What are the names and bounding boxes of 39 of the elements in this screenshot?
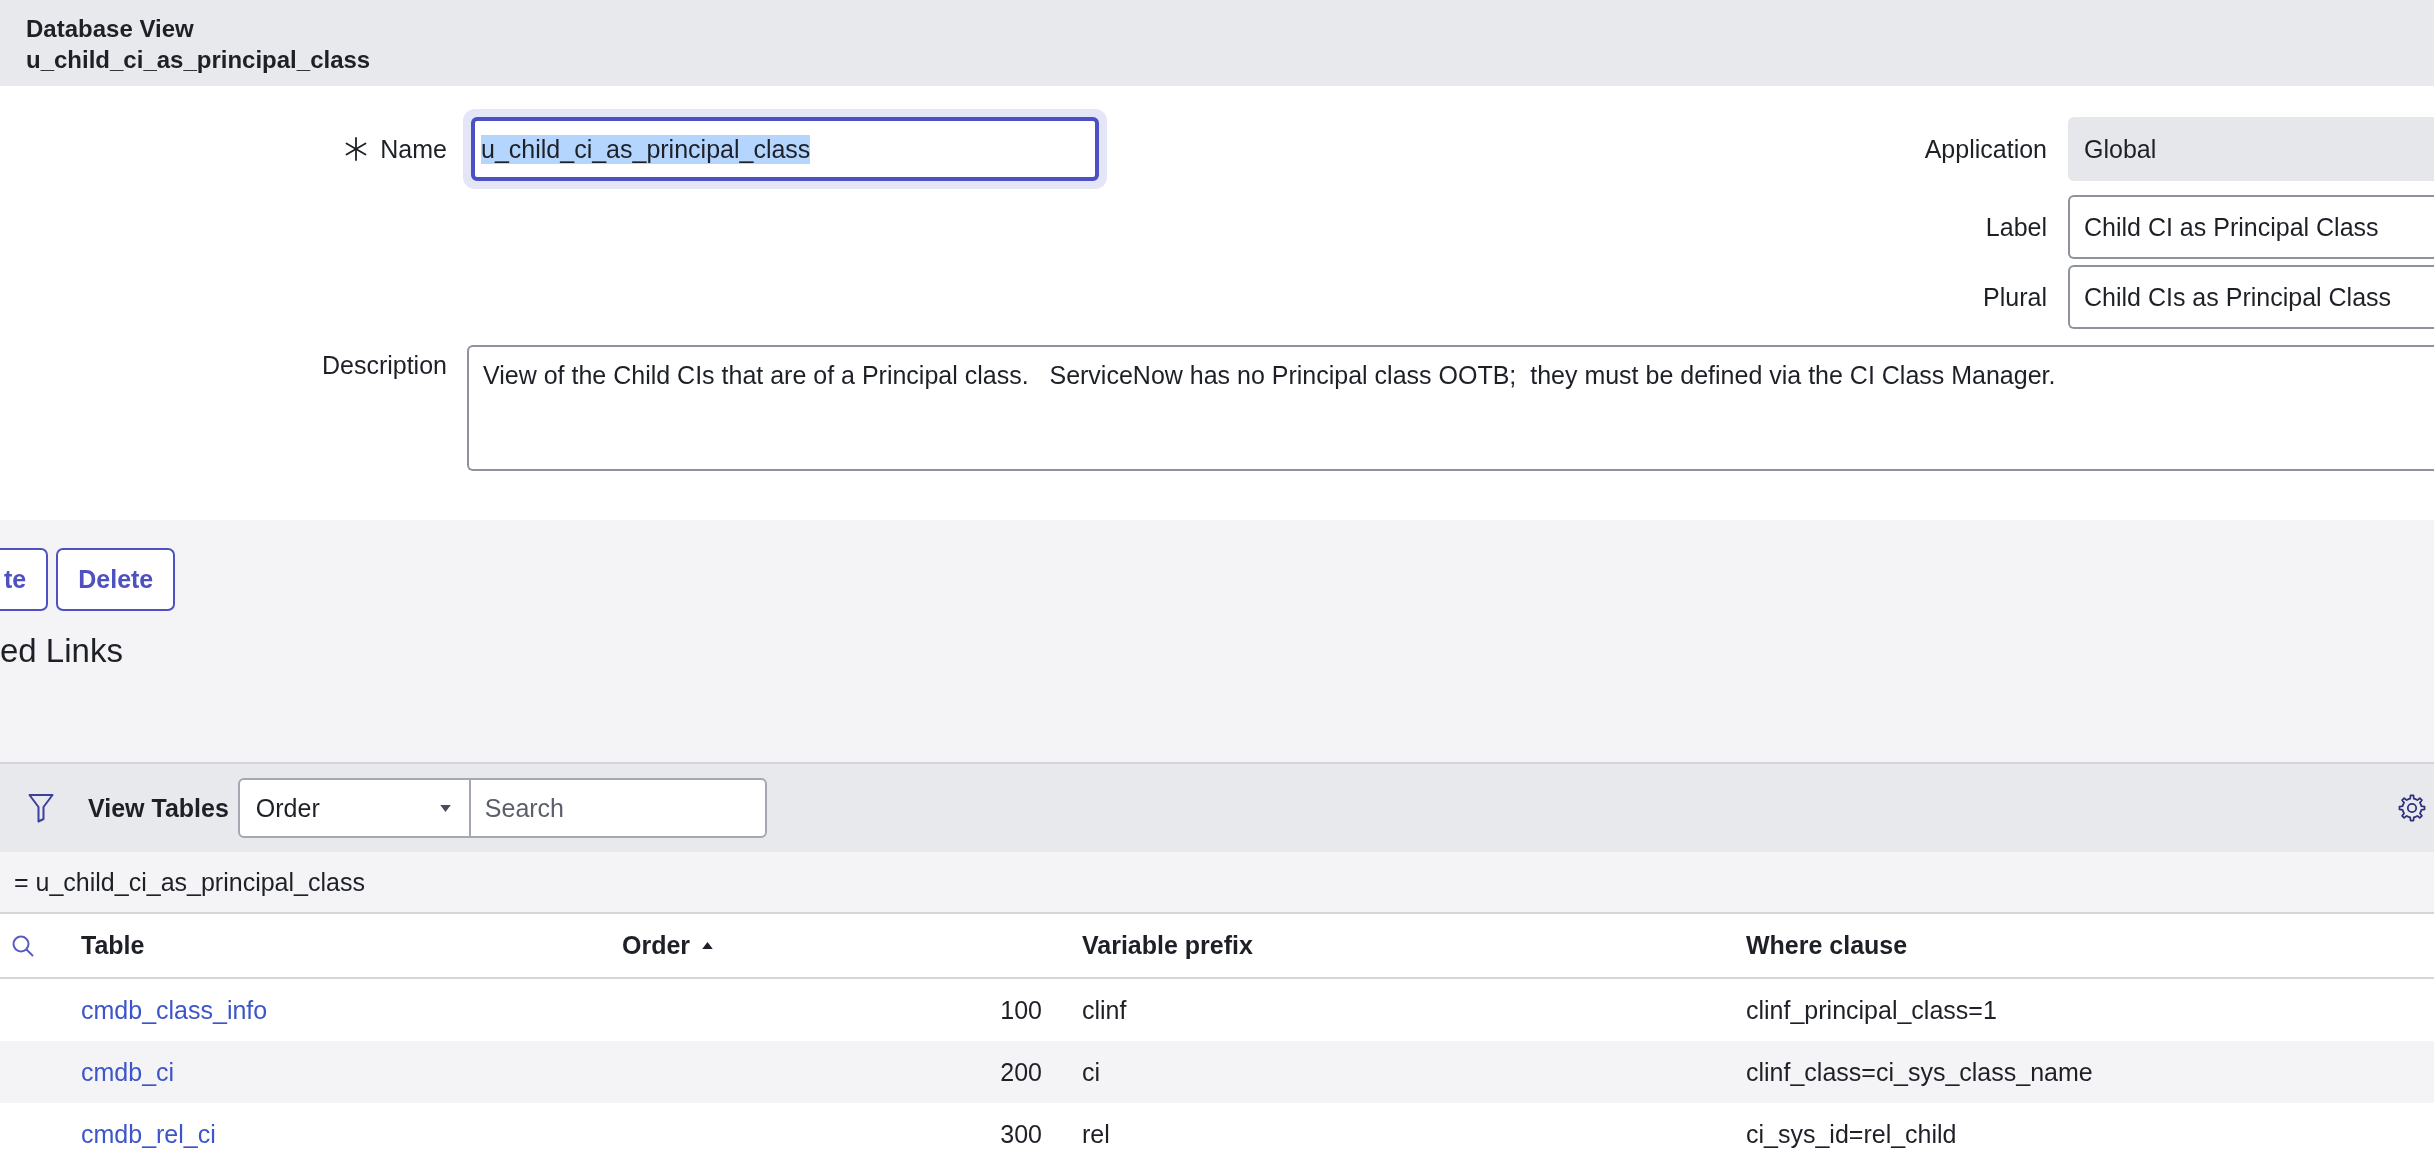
column-header[interactable]: Variable prefix — [1082, 931, 1253, 960]
table-cell: clinf_class=ci_sys_class_name — [1746, 1057, 2093, 1087]
section-heading: ed Links — [0, 631, 123, 671]
sort-dropdown[interactable]: Order — [237, 778, 471, 838]
table-cell: 100 — [1000, 995, 1042, 1025]
table-cell: rel — [1082, 1119, 1110, 1149]
table-cell: clinf — [1082, 995, 1127, 1025]
field-label: Plural — [1983, 282, 2047, 312]
filter-icon[interactable] — [28, 793, 54, 823]
column-header[interactable]: Order — [622, 931, 714, 960]
plural-field[interactable]: Child CIs as Principal Class — [2068, 265, 2434, 329]
field-label: Application — [1924, 134, 2047, 164]
table-link[interactable]: cmdb_rel_ci — [81, 1119, 216, 1149]
application-field[interactable]: Global — [2068, 117, 2434, 181]
table-cell: ci_sys_id=rel_child — [1746, 1119, 1957, 1149]
name-field[interactable]: u_child_ci_as_principal_class — [463, 109, 1107, 189]
search-field[interactable]: Search — [468, 778, 767, 838]
list-title: View Tables — [88, 793, 229, 823]
label-field[interactable]: Child CI as Principal Class — [2068, 195, 2434, 259]
field-label: Label — [1985, 212, 2047, 242]
form-button[interactable]: te — [0, 548, 49, 611]
table-cell: 200 — [1000, 1057, 1042, 1087]
column-header[interactable]: Table — [81, 931, 145, 960]
field-label: Name — [380, 134, 447, 164]
table-cell: ci — [1082, 1057, 1101, 1087]
filter-breadcrumb[interactable]: = u_child_ci_as_principal_class — [14, 867, 365, 897]
table-link[interactable]: cmdb_ci — [81, 1057, 175, 1087]
caret-icon — [439, 804, 451, 812]
table-cell: 300 — [1000, 1119, 1042, 1149]
table-link[interactable]: cmdb_class_info — [81, 995, 268, 1025]
search-icon[interactable] — [12, 934, 34, 957]
table-cell: clinf_principal_class=1 — [1746, 995, 1997, 1025]
field-label: Description — [321, 351, 447, 380]
column-header[interactable]: Where clause — [1746, 931, 1908, 960]
description-field[interactable]: View of the Child CIs that are of a Principal class. ServiceNow has no Principal class OOTB; they must be defined via the CI Class Manager. — [467, 345, 2434, 471]
settings-icon[interactable] — [2398, 794, 2426, 822]
form-button[interactable]: Delete — [56, 548, 176, 611]
record-name: u_child_ci_as_principal_class — [26, 45, 371, 75]
page-title: Database View — [26, 14, 194, 44]
